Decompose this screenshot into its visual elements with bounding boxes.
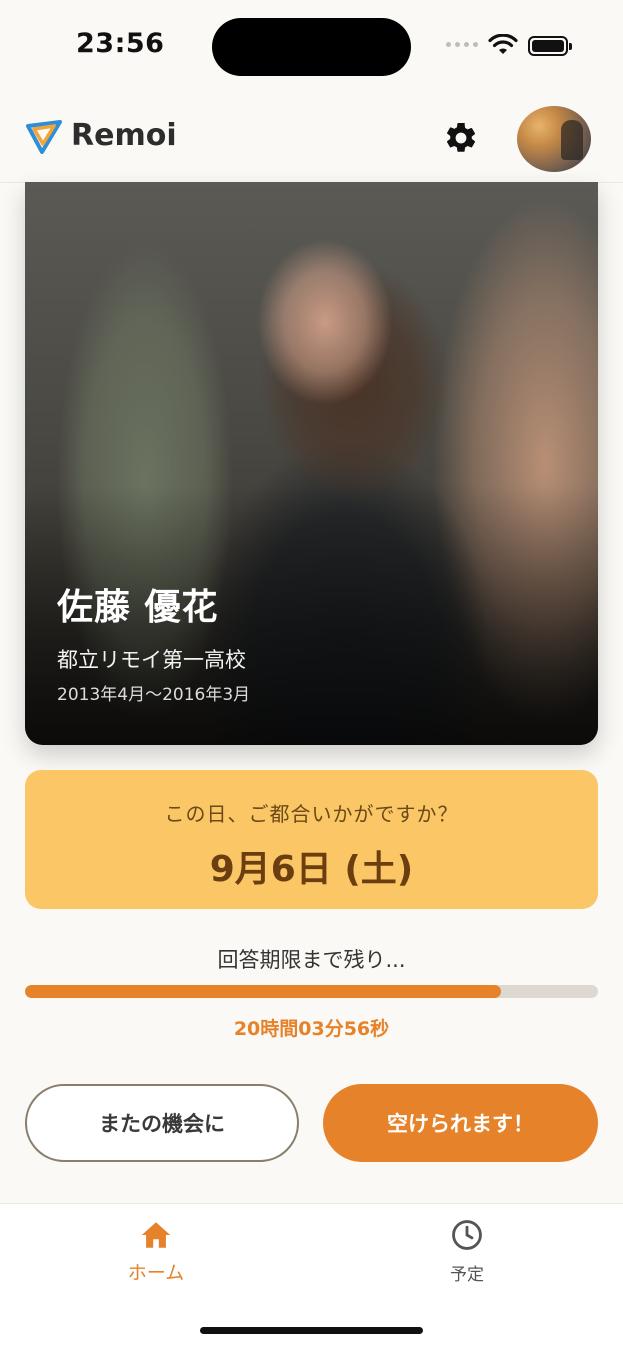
gear-icon[interactable] xyxy=(443,120,479,156)
user-avatar[interactable] xyxy=(517,106,591,172)
profile-card[interactable]: 佐藤 優花 都立リモイ第一高校 2013年4月〜2016年3月 xyxy=(25,182,598,745)
status-bar: 23:56 xyxy=(0,0,623,92)
profile-school: 都立リモイ第一高校 xyxy=(57,648,246,672)
dynamic-island xyxy=(212,18,411,76)
app-header: Remoi xyxy=(0,92,623,183)
battery-icon xyxy=(528,36,572,56)
remoi-logo-icon xyxy=(26,120,62,154)
deadline-progress-bar xyxy=(25,985,598,998)
deadline-progress-fill xyxy=(25,985,501,998)
status-time: 23:56 xyxy=(76,28,165,59)
cellular-signal-icon xyxy=(446,42,478,47)
nav-label-schedule: 予定 xyxy=(450,1265,484,1285)
home-icon xyxy=(141,1222,171,1248)
profile-name: 佐藤 優花 xyxy=(57,587,219,628)
proposed-date: 9月6日 (土) xyxy=(209,849,414,890)
clock-icon xyxy=(452,1220,482,1250)
date-proposal-box: この日、ご都合いかがですか？ 9月6日 (土) xyxy=(25,770,598,909)
accept-button[interactable]: 空けられます！ xyxy=(323,1084,598,1162)
wifi-icon xyxy=(488,34,518,54)
nav-item-home[interactable]: ホーム xyxy=(96,1218,216,1285)
deadline-countdown: 20時間03分56秒 xyxy=(233,1018,390,1040)
home-indicator xyxy=(200,1327,423,1334)
nav-item-schedule[interactable]: 予定 xyxy=(407,1218,527,1285)
nav-label-home: ホーム xyxy=(127,1262,185,1284)
deadline-label: 回答期限まで残り... xyxy=(217,948,406,972)
profile-period: 2013年4月〜2016年3月 xyxy=(57,685,251,705)
app-name: Remoi xyxy=(71,118,177,153)
decline-button[interactable]: またの機会に xyxy=(25,1084,299,1162)
date-question: この日、ご都合いかがですか？ xyxy=(164,802,459,826)
